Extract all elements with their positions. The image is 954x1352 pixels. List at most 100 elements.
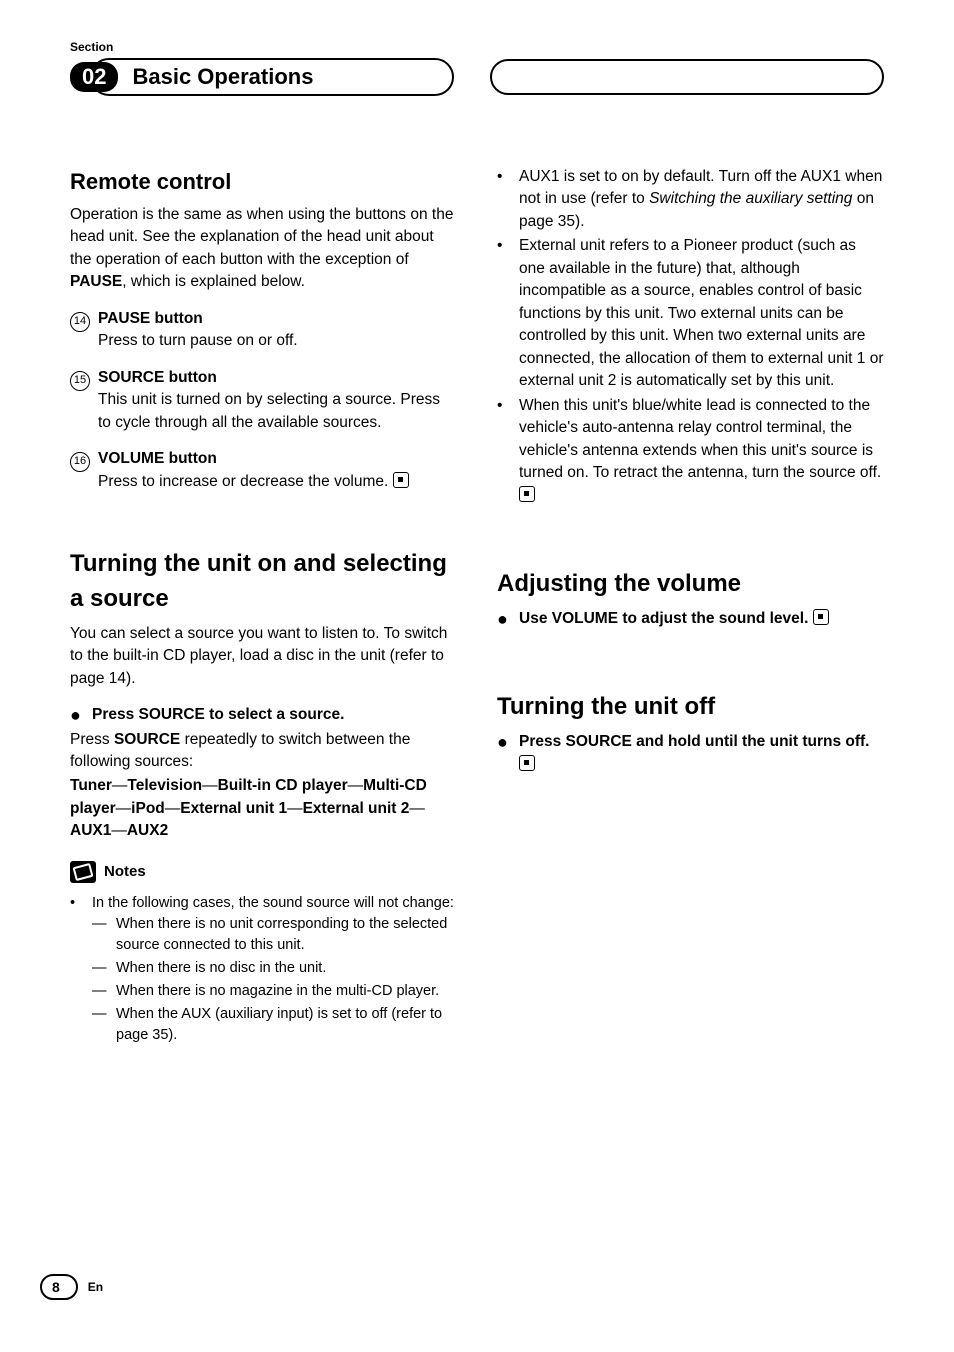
content-columns: Remote control Operation is the same as … [70, 166, 884, 1050]
text-italic: Switching the auxiliary setting [649, 190, 852, 207]
bullet-icon: • [497, 395, 519, 507]
chapter-number: 02 [70, 62, 118, 92]
text: Press [70, 731, 114, 748]
seq: Built-in CD player [218, 777, 348, 794]
page-header: 02 Basic Operations [70, 58, 884, 96]
bullet-icon: ● [497, 731, 519, 776]
button-item-volume: 16 VOLUME button Press to increase or de… [70, 448, 457, 493]
bullet-icon: ● [70, 704, 92, 726]
sub-item: —When there is no magazine in the multi-… [92, 981, 457, 1002]
item-number: 14 [70, 308, 98, 353]
text: , which is explained below. [122, 273, 305, 290]
dash-icon: — [92, 1004, 116, 1046]
right-column: • AUX1 is set to on by default. Turn off… [497, 166, 884, 1050]
bullet-text: Use VOLUME to adjust the sound level. [519, 608, 884, 630]
item-body: SOURCE button This unit is turned on by … [98, 367, 457, 434]
dash-icon: — [92, 981, 116, 1002]
adjust-volume-bullet: ● Use VOLUME to adjust the sound level. [497, 608, 884, 630]
chapter-title: Basic Operations [90, 58, 454, 96]
remote-control-heading: Remote control [70, 166, 457, 198]
page-footer: 8 En [40, 1274, 103, 1300]
notes-list: • In the following cases, the sound sour… [70, 893, 457, 1048]
press-source-bullet: ● Press SOURCE to select a source. [70, 704, 457, 726]
seq: Television [127, 777, 202, 794]
item-number: 16 [70, 448, 98, 493]
note-sublist: —When there is no unit corresponding to … [92, 914, 457, 1046]
dash-icon: — [92, 914, 116, 956]
text: When there is no magazine in the multi-C… [116, 981, 457, 1002]
item-title: SOURCE button [98, 367, 457, 389]
button-item-pause: 14 PAUSE button Press to turn pause on o… [70, 308, 457, 353]
right-notes-list: • AUX1 is set to on by default. Turn off… [497, 166, 884, 507]
text: AUX1 is set to on by default. Turn off t… [519, 166, 884, 233]
circled-number: 16 [70, 452, 90, 472]
bullet-text: Press SOURCE and hold until the unit tur… [519, 731, 884, 776]
note-item: • In the following cases, the sound sour… [70, 893, 457, 1048]
header-empty-capsule [490, 59, 884, 95]
circled-number: 14 [70, 312, 90, 332]
button-item-source: 15 SOURCE button This unit is turned on … [70, 367, 457, 434]
end-mark-icon [813, 609, 829, 625]
seq: AUX2 [127, 822, 168, 839]
left-column: Remote control Operation is the same as … [70, 166, 457, 1050]
sub-item: —When there is no disc in the unit. [92, 958, 457, 979]
item-desc: This unit is turned on by selecting a so… [98, 389, 457, 434]
turn-off-bullet: ● Press SOURCE and hold until the unit t… [497, 731, 884, 776]
sub-item: —When the AUX (auxiliary input) is set t… [92, 1004, 457, 1046]
seq: External unit 2 [303, 800, 410, 817]
item-title: VOLUME button [98, 448, 457, 470]
page: Section 02 Basic Operations Remote contr… [0, 0, 954, 1352]
bullet-icon: • [497, 166, 519, 233]
text: Press SOURCE and hold until the unit tur… [519, 733, 869, 750]
remote-control-intro: Operation is the same as when using the … [70, 204, 457, 294]
bullet-icon: • [70, 893, 92, 1048]
text: When the AUX (auxiliary input) is set to… [116, 1004, 457, 1046]
turn-on-intro: You can select a source you want to list… [70, 623, 457, 690]
seq: iPod [131, 800, 165, 817]
sub-item: —When there is no unit corresponding to … [92, 914, 457, 956]
text: Operation is the same as when using the … [70, 206, 453, 268]
chapter-title-text: Basic Operations [132, 64, 313, 89]
text: External unit refers to a Pioneer produc… [519, 235, 884, 392]
page-number: 8 [40, 1274, 78, 1300]
section-label: Section [70, 40, 884, 54]
circled-number: 15 [70, 371, 90, 391]
bullet-text: Press SOURCE to select a source. [92, 704, 457, 726]
source-word: SOURCE [114, 731, 180, 748]
list-item: • External unit refers to a Pioneer prod… [497, 235, 884, 392]
text: When there is no disc in the unit. [116, 958, 457, 979]
pause-word: PAUSE [70, 273, 122, 290]
end-mark-icon [393, 472, 409, 488]
turn-on-heading: Turning the unit on and selecting a sour… [70, 547, 457, 617]
dash-icon: — [92, 958, 116, 979]
end-mark-icon [519, 486, 535, 502]
end-mark-icon [519, 755, 535, 771]
note-text: In the following cases, the sound source… [92, 893, 457, 1048]
press-source-desc: Press SOURCE repeatedly to switch betwee… [70, 729, 457, 774]
text: Press to increase or decrease the volume… [98, 473, 388, 490]
item-desc: Press to increase or decrease the volume… [98, 471, 457, 493]
text: When there is no unit corresponding to t… [116, 914, 457, 956]
item-title: PAUSE button [98, 308, 457, 330]
notes-header: Notes [70, 861, 457, 883]
notes-title: Notes [104, 861, 146, 883]
text: Use VOLUME to adjust the sound level. [519, 610, 808, 627]
source-sequence: Tuner—Television—Built-in CD player—Mult… [70, 775, 457, 842]
notes-icon [70, 861, 96, 883]
text: In the following cases, the sound source… [92, 895, 454, 911]
seq: AUX1 [70, 822, 111, 839]
turn-off-heading: Turning the unit off [497, 690, 884, 725]
text: When this unit's blue/white lead is conn… [519, 395, 884, 507]
language-label: En [88, 1280, 103, 1294]
list-item: • AUX1 is set to on by default. Turn off… [497, 166, 884, 233]
seq: External unit 1 [180, 800, 287, 817]
item-body: VOLUME button Press to increase or decre… [98, 448, 457, 493]
text: When this unit's blue/white lead is conn… [519, 397, 881, 481]
item-desc: Press to turn pause on or off. [98, 330, 457, 352]
bullet-icon: ● [497, 608, 519, 630]
adjust-volume-heading: Adjusting the volume [497, 567, 884, 602]
seq: Tuner [70, 777, 112, 794]
item-body: PAUSE button Press to turn pause on or o… [98, 308, 457, 353]
list-item: • When this unit's blue/white lead is co… [497, 395, 884, 507]
item-number: 15 [70, 367, 98, 434]
